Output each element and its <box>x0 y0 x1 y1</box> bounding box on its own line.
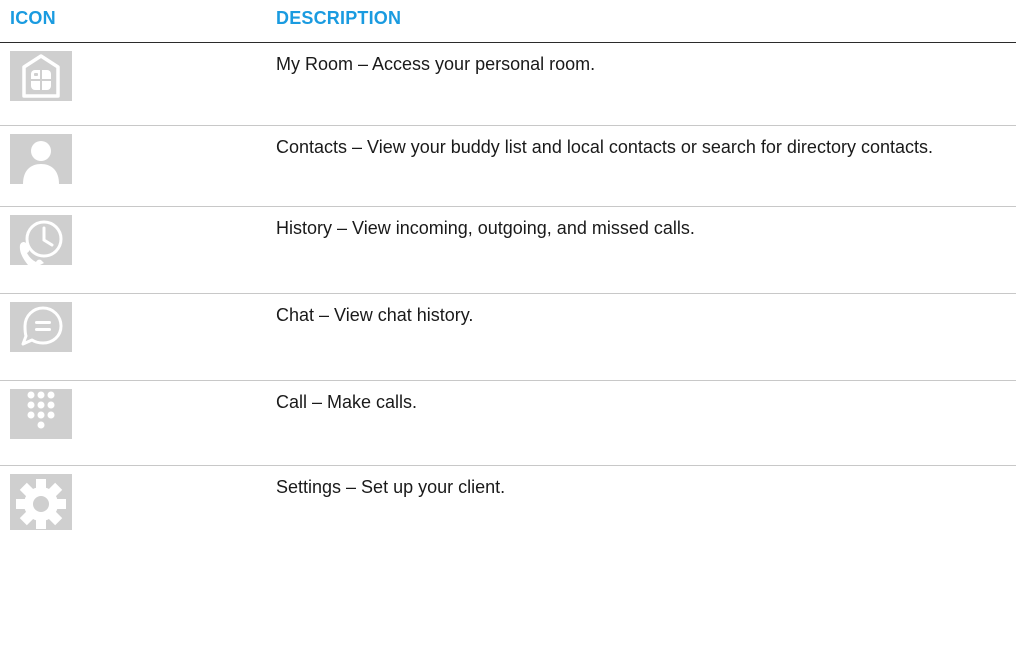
row-description: My Room – Access your personal room. <box>276 54 596 74</box>
table-row-settings: Settings – Set up your client. <box>0 466 1016 556</box>
contacts-icon <box>10 134 72 184</box>
dialpad-icon <box>10 389 72 439</box>
row-description: Call – Make calls. <box>276 392 418 412</box>
table-row-history: History – View incoming, outgoing, and m… <box>0 207 1016 294</box>
table-row-my-room: My Room – Access your personal room. <box>0 43 1016 126</box>
row-description: History – View incoming, outgoing, and m… <box>276 218 695 238</box>
row-description: Settings – Set up your client. <box>276 477 506 497</box>
table-row-call: Call – Make calls. <box>0 381 1016 466</box>
row-description: Chat – View chat history. <box>276 305 474 325</box>
chat-icon <box>10 302 72 352</box>
row-description: Contacts – View your buddy list and loca… <box>276 137 933 157</box>
history-icon <box>10 215 72 265</box>
icon-description-table: ICON DESCRIPTION My Room – Access your p… <box>0 0 1016 556</box>
table-row-contacts: Contacts – View your buddy list and loca… <box>0 126 1016 207</box>
table-header: ICON DESCRIPTION <box>0 0 1016 43</box>
my-room-icon <box>10 51 72 101</box>
header-icon: ICON <box>10 8 56 28</box>
header-description: DESCRIPTION <box>276 8 402 28</box>
settings-icon <box>10 474 72 530</box>
table-row-chat: Chat – View chat history. <box>0 294 1016 381</box>
